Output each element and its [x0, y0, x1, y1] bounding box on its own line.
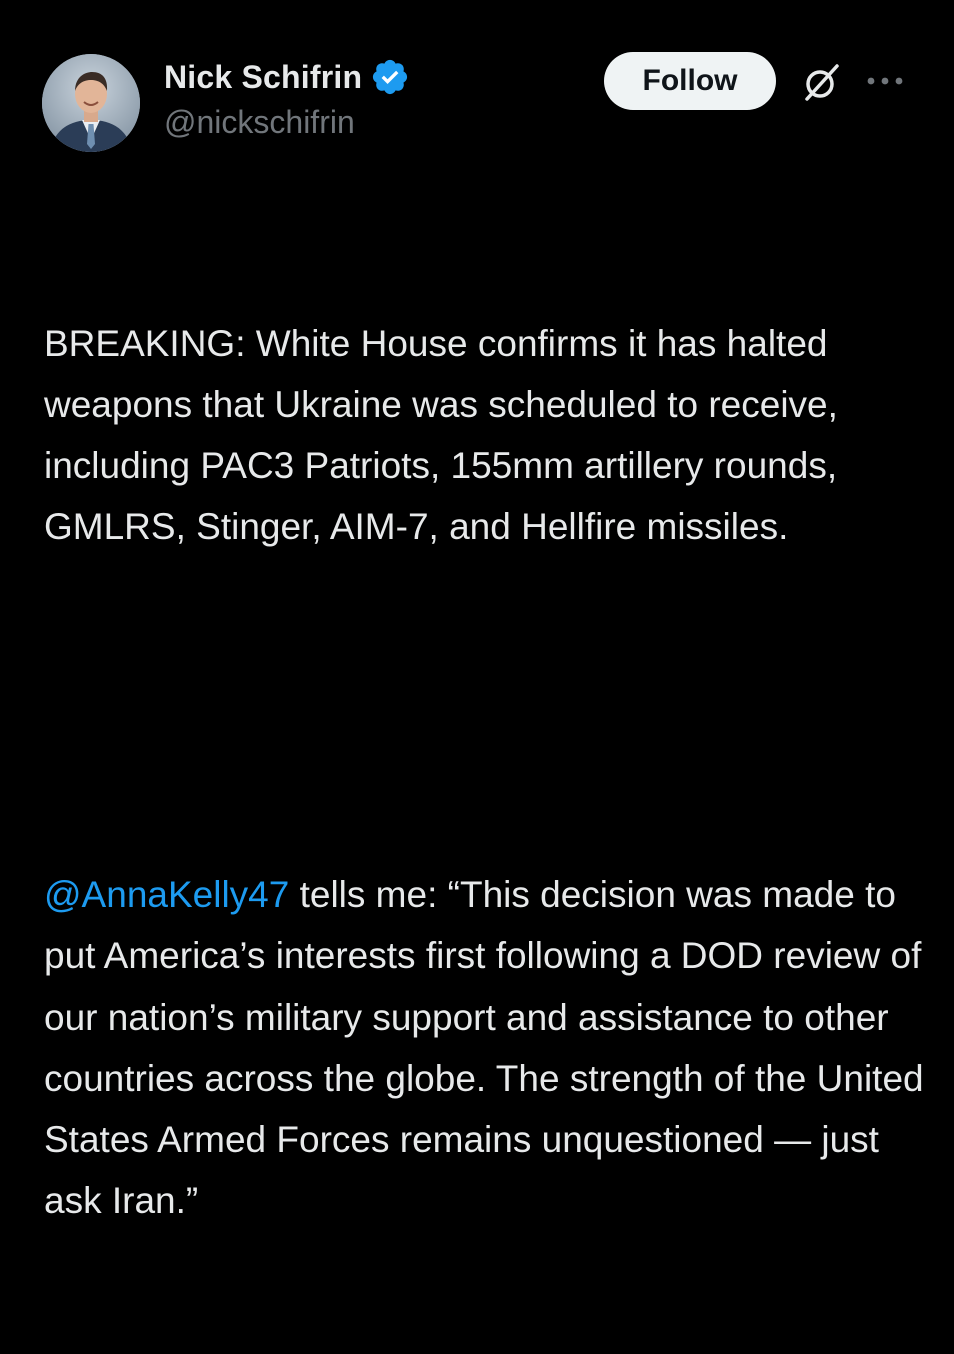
tweet-paragraph-2-text: tells me: “This decision was made to put… — [44, 873, 934, 1222]
author-info: Nick Schifrin @nickschifrin — [164, 52, 410, 141]
avatar[interactable] — [42, 54, 140, 152]
tweet-card: Nick Schifrin @nickschifrin Follow BREAK… — [0, 0, 954, 1221]
more-options-icon[interactable] — [862, 66, 908, 96]
name-row: Nick Schifrin — [164, 52, 410, 102]
tweet-text: BREAKING: White House confirms it has ha… — [44, 190, 924, 1354]
author-display-name[interactable]: Nick Schifrin — [164, 59, 362, 96]
tweet-paragraph-2: @AnnaKelly47 tells me: “This decision wa… — [44, 864, 924, 1232]
follow-button[interactable]: Follow — [604, 52, 776, 110]
grok-icon[interactable] — [800, 60, 844, 104]
tweet-paragraph-1: BREAKING: White House confirms it has ha… — [44, 322, 849, 548]
mention-link[interactable]: @AnnaKelly47 — [44, 874, 289, 915]
verified-badge-icon[interactable] — [370, 57, 410, 97]
author-handle[interactable]: @nickschifrin — [164, 104, 410, 141]
